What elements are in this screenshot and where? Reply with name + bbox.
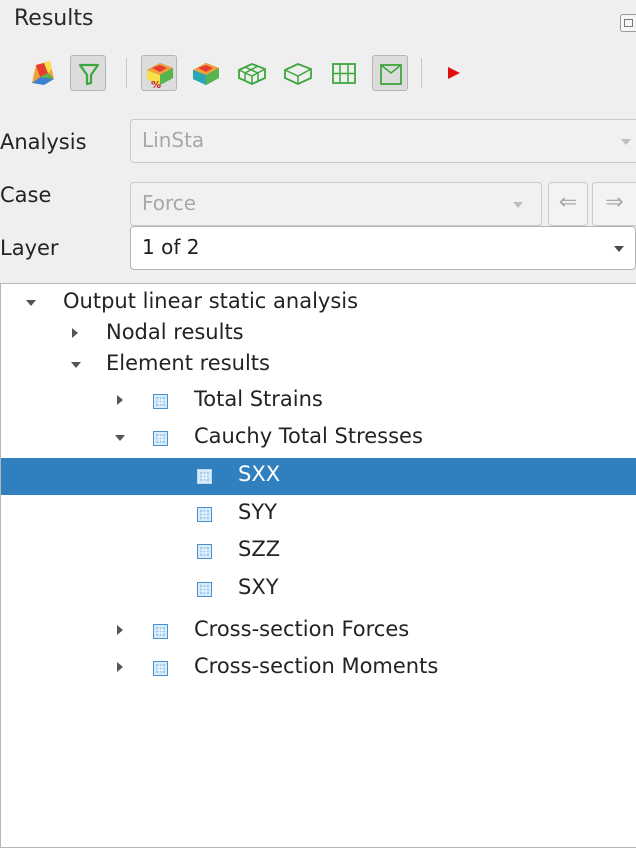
tree-item-label: Cross-section Forces [194,617,410,641]
tree-item-sxx[interactable]: SXX [1,458,636,495]
toolbar-button-play[interactable] [435,55,471,91]
table-icon [197,469,212,484]
table-icon [153,624,168,639]
arrow-right-icon: ⇒ [605,190,624,215]
case-select[interactable]: Force [130,182,542,226]
analysis-label: Analysis [0,130,87,154]
analysis-select[interactable]: LinSta [130,119,636,163]
tree-item-cross-section-moments[interactable]: Cross-section Moments [1,650,636,687]
toolbar-button-mesh-box[interactable] [372,55,408,91]
svg-text:%: % [151,80,161,91]
undock-button[interactable] [620,14,636,32]
chevron-down-icon [513,202,523,208]
tree-item-label: Element results [106,351,270,375]
chevron-down-icon [621,139,631,145]
previous-case-button[interactable]: ⇐ [548,182,588,226]
toolbar-button-mesh-grid[interactable] [326,55,362,91]
toolbar-separator [421,58,422,88]
tree-item-label: Total Strains [194,387,323,411]
toolbar-button-mesh-outline[interactable] [280,55,316,91]
table-icon [197,544,212,559]
tree-item-label: Cross-section Moments [194,654,439,678]
case-select-value: Force [142,191,197,215]
table-icon [197,507,212,522]
tree-item-szz[interactable]: SZZ [1,533,636,570]
chevron-down-icon [614,246,624,252]
tree-item-cauchy-total-stresses[interactable]: Cauchy Total Stresses [1,420,636,457]
layer-label: Layer [0,236,59,260]
toolbar-button-contour-surface[interactable] [188,55,224,91]
analysis-select-value: LinSta [142,128,205,152]
tree-item-label: SYY [238,500,277,524]
toolbar-button-filter[interactable] [70,55,106,91]
tree-item-total-strains[interactable]: Total Strains [1,383,636,420]
table-icon [153,661,168,676]
collapsed-arrow-icon[interactable] [117,625,123,635]
arrow-left-icon: ⇐ [558,190,578,215]
results-panel: Results % Analysis LinSta Case Force ⇐ ⇒… [0,0,636,848]
layer-select[interactable]: 1 of 2 [130,226,636,270]
tree-item-label: SXX [238,462,281,486]
collapsed-arrow-icon[interactable] [72,328,78,338]
case-label: Case [0,183,52,207]
layer-select-value: 1 of 2 [142,235,200,259]
results-tree[interactable]: Output linear static analysis Nodal resu… [0,283,636,848]
table-icon [197,582,212,597]
tree-item-cross-section-forces[interactable]: Cross-section Forces [1,613,636,650]
collapsed-arrow-icon[interactable] [117,395,123,405]
tree-item-label: SXY [238,575,279,599]
tree-item-syy[interactable]: SYY [1,496,636,533]
table-icon [153,394,168,409]
toolbar-separator [126,58,127,88]
tree-item-label: Output linear static analysis [63,289,359,313]
table-icon [153,431,168,446]
collapsed-arrow-icon[interactable] [117,662,123,672]
tree-item-label: SZZ [238,537,281,561]
expanded-arrow-icon[interactable] [115,435,125,441]
tree-item-label: Nodal results [106,320,244,344]
tree-item-label: Cauchy Total Stresses [194,424,423,448]
toolbar-button-deformed-mesh[interactable] [234,55,270,91]
expanded-arrow-icon[interactable] [26,300,36,306]
tree-item-sxy[interactable]: SXY [1,571,636,608]
panel-title: Results [14,6,94,31]
expanded-arrow-icon[interactable] [71,362,81,368]
tree-item-element-results[interactable]: Element results [1,347,636,384]
next-case-button[interactable]: ⇒ [592,182,636,226]
toolbar-button-contour-plot[interactable]: % [141,55,177,91]
toolbar-button-color-scale[interactable] [24,55,60,91]
